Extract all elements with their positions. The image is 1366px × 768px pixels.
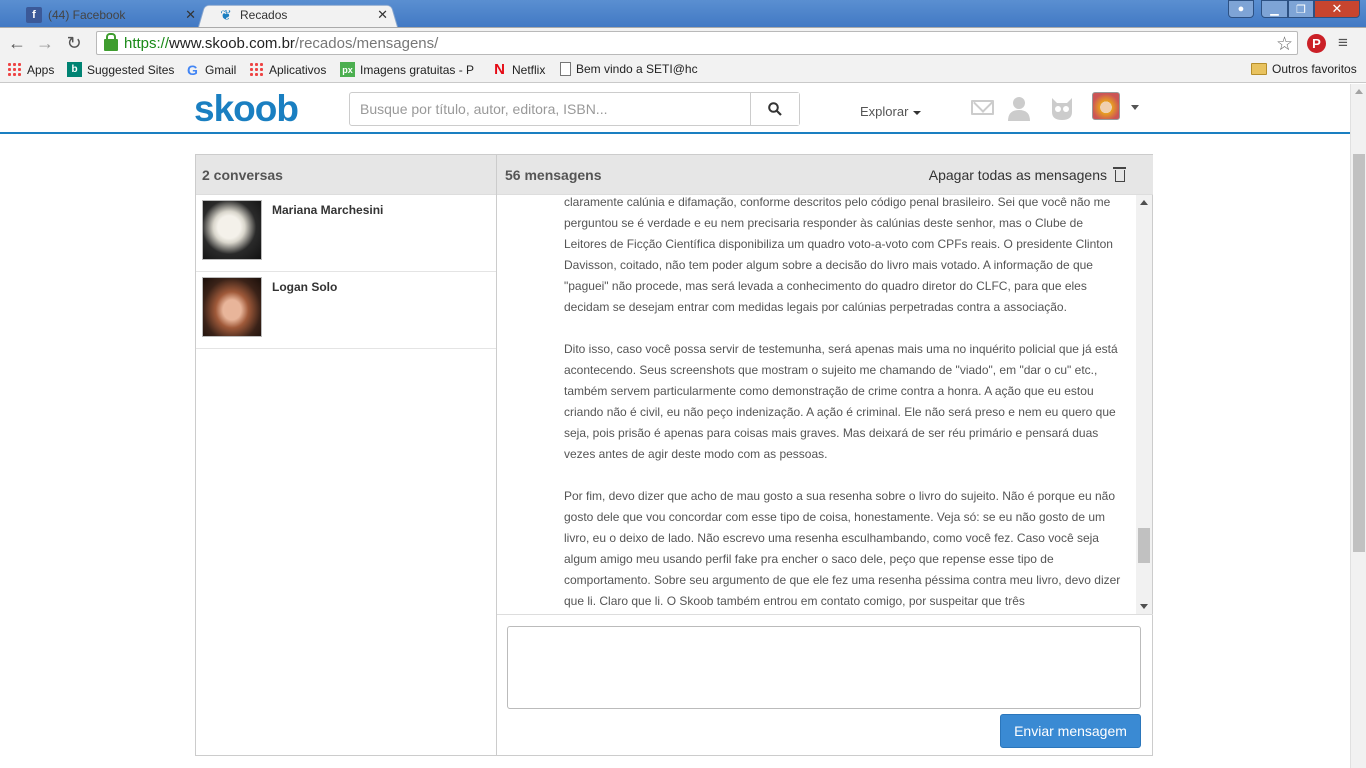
bookmark-label: Bem vindo a SETI@hc <box>576 62 698 76</box>
tab-facebook[interactable]: f (44) Facebook ✕ <box>6 3 206 27</box>
new-tab-button[interactable] <box>400 6 430 21</box>
scrollbar-thumb[interactable] <box>1353 154 1365 552</box>
scroll-up-arrow-icon[interactable] <box>1140 200 1148 205</box>
scrollbar-thumb[interactable] <box>1138 528 1150 563</box>
pinterest-icon[interactable]: P <box>1307 34 1326 53</box>
url-path: /recados/mensagens/ <box>294 34 439 52</box>
messages-count: 56 mensagens <box>505 166 602 183</box>
netflix-icon: N <box>494 61 505 78</box>
skoob-logo[interactable]: skoob <box>194 88 299 130</box>
messages-panel: 2 conversas Mariana Marchesini Logan Sol… <box>195 154 1153 756</box>
explore-menu[interactable]: Explorar <box>860 104 922 119</box>
maximize-button[interactable]: ❐ <box>1288 0 1314 18</box>
apps-grid-icon <box>249 62 264 77</box>
search-bar <box>349 92 800 126</box>
conversation-name: Logan Solo <box>272 280 338 294</box>
lock-icon <box>104 33 118 51</box>
message-paragraph: Dito isso, caso você possa servir de tes… <box>564 342 1118 461</box>
bookmark-label: Apps <box>27 62 55 77</box>
skoob-icon: ❦ <box>220 6 232 23</box>
conversation-item[interactable]: Mariana Marchesini <box>196 195 496 272</box>
message-paragraph: Por fim, devo dizer que acho de mau gost… <box>564 489 1121 608</box>
reply-textarea[interactable] <box>507 626 1141 709</box>
search-icon <box>768 102 782 116</box>
bookmark-label: Gmail <box>205 62 237 77</box>
conversation-name: Mariana Marchesini <box>272 203 384 217</box>
thread-column: 56 mensagens Apagar todas as mensagens c… <box>497 155 1153 755</box>
forward-arrow-icon[interactable]: → <box>34 32 56 54</box>
caret-down-icon <box>913 110 922 115</box>
folder-icon <box>1251 63 1267 75</box>
apps-grid-icon <box>7 62 22 77</box>
bookmark-label: Suggested Sites <box>87 62 175 77</box>
menu-icon[interactable]: ≡ <box>1338 33 1348 53</box>
tab-title: Recados <box>240 8 288 22</box>
scroll-down-arrow-icon[interactable] <box>1140 604 1148 609</box>
conversation-item[interactable]: Logan Solo <box>196 272 496 349</box>
minimize-button[interactable]: ▁ <box>1261 0 1288 18</box>
close-window-button[interactable]: ✕ <box>1314 0 1360 18</box>
page-scrollbar[interactable] <box>1350 84 1366 768</box>
close-tab-icon[interactable]: ✕ <box>185 7 196 23</box>
address-bar[interactable]: https:// www.skoob.com.br /recados/mensa… <box>96 31 1298 55</box>
browser-toolbar: ← → ↻ https:// www.skoob.com.br /recados… <box>0 27 1366 58</box>
user-avatar[interactable] <box>1092 92 1120 120</box>
caret-down-icon[interactable] <box>1131 105 1139 110</box>
message-paragraph: claramente calúnia e difamação, conforme… <box>564 195 1113 314</box>
mail-icon[interactable] <box>971 100 994 115</box>
browser-tab-strip: f (44) Facebook ✕ ❦ Recados ✕ ● ▁ ❐ ✕ <box>0 0 1366 27</box>
bookmark-aplicativos[interactable]: Aplicativos <box>249 62 326 77</box>
bookmark-outros-favoritos[interactable]: Outros favoritos <box>1251 62 1357 76</box>
profile-icon[interactable]: ● <box>1228 0 1254 18</box>
url-host: www.skoob.com.br <box>169 34 295 52</box>
avatar <box>202 200 262 260</box>
bookmark-imagens-gratuitas[interactable]: px Imagens gratuitas - P <box>340 62 474 77</box>
avatar <box>202 277 262 337</box>
bookmark-netflix[interactable]: N Netflix <box>492 61 546 78</box>
owl-icon[interactable] <box>1048 94 1076 122</box>
search-input[interactable] <box>350 93 750 125</box>
explore-label: Explorar <box>860 104 909 119</box>
conversations-column: 2 conversas Mariana Marchesini Logan Sol… <box>196 155 497 755</box>
bookmark-label: Imagens gratuitas - P <box>360 62 475 77</box>
user-icon[interactable] <box>1005 94 1033 122</box>
google-icon: G <box>187 61 198 78</box>
bookmark-suggested-sites[interactable]: b Suggested Sites <box>67 62 174 77</box>
document-icon <box>560 62 571 76</box>
reload-icon[interactable]: ↻ <box>63 32 85 54</box>
bing-icon: b <box>67 62 82 77</box>
search-button[interactable] <box>750 93 799 125</box>
message-scrollbar[interactable] <box>1136 195 1152 614</box>
thread-header: 56 mensagens Apagar todas as mensagens <box>497 155 1153 195</box>
bookmark-star-icon[interactable]: ☆ <box>1276 33 1293 56</box>
bookmark-seti[interactable]: Bem vindo a SETI@hc <box>560 62 698 76</box>
pixabay-icon: px <box>340 62 355 77</box>
url-scheme: https:// <box>124 34 170 52</box>
close-tab-icon[interactable]: ✕ <box>377 7 388 23</box>
facebook-icon: f <box>26 7 42 23</box>
tab-recados[interactable]: ❦ Recados ✕ <box>198 3 398 27</box>
delete-all-label: Apagar todas as mensagens <box>928 166 1107 183</box>
site-header: skoob Explorar <box>0 84 1350 134</box>
delete-all-button[interactable]: Apagar todas as mensagens <box>928 166 1126 183</box>
bookmark-gmail[interactable]: G Gmail <box>185 61 237 78</box>
message-body: claramente calúnia e difamação, conforme… <box>564 195 1124 614</box>
message-scroll-area[interactable]: claramente calúnia e difamação, conforme… <box>497 195 1153 615</box>
scroll-up-arrow-icon[interactable] <box>1355 89 1363 94</box>
tab-title: (44) Facebook <box>48 8 126 22</box>
bookmark-apps[interactable]: Apps <box>7 62 54 77</box>
trash-icon <box>1113 166 1126 182</box>
bookmark-label: Aplicativos <box>269 62 327 77</box>
send-message-button[interactable]: Enviar mensagem <box>1000 714 1141 748</box>
bookmark-label: Outros favoritos <box>1272 62 1357 76</box>
back-arrow-icon[interactable]: ← <box>6 32 28 54</box>
conversations-count: 2 conversas <box>196 155 496 195</box>
bookmark-label: Netflix <box>512 62 546 77</box>
bookmarks-bar: Apps b Suggested Sites G Gmail Aplicativ… <box>0 58 1366 83</box>
